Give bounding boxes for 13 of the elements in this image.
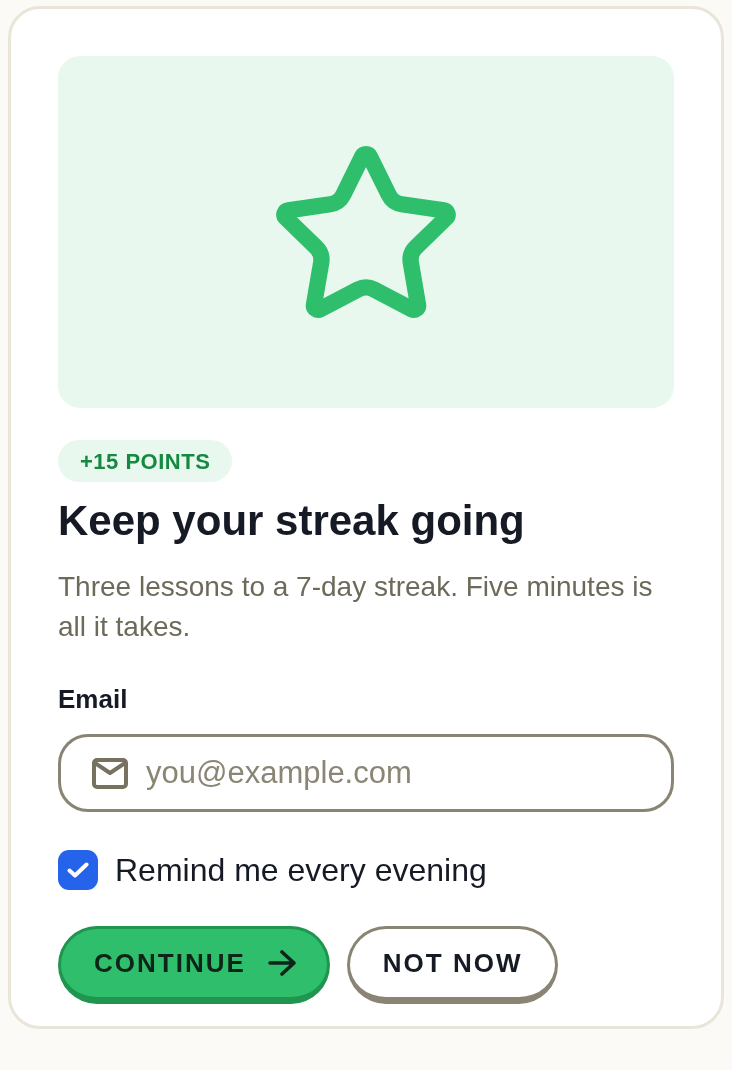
points-badge: +15 POINTS — [58, 440, 233, 482]
star-icon — [276, 145, 456, 319]
check-icon — [67, 862, 89, 878]
email-label: Email — [58, 683, 129, 715]
secondary-button[interactable]: NOT NOW — [346, 926, 559, 1004]
mail-icon — [92, 758, 128, 789]
reminder-label: Remind me every evening — [115, 851, 487, 890]
arrow-right-icon — [267, 950, 296, 976]
card-title: Keep your streak going — [58, 497, 526, 545]
email-field[interactable]: you@example.com — [58, 734, 674, 812]
reminder-checkbox[interactable] — [58, 850, 98, 890]
continue-button[interactable]: CONTINUE — [58, 926, 330, 1004]
description: Three lessons to a 7-day streak. Five minutes is all it takes. — [58, 570, 654, 644]
